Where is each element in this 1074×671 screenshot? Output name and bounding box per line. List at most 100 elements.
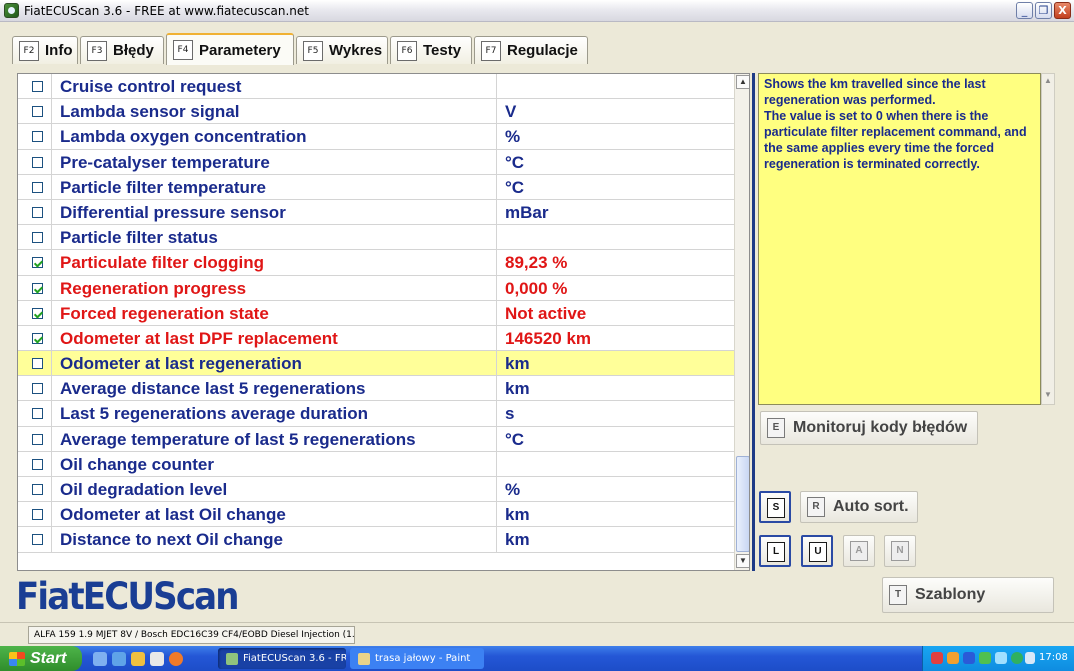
row-checkbox[interactable] xyxy=(32,282,43,294)
clock: 17:08 xyxy=(1039,652,1068,663)
row-checkbox[interactable] xyxy=(32,458,43,470)
table-row[interactable]: Odometer at last Oil change km xyxy=(18,502,734,528)
l-button[interactable]: L xyxy=(759,535,791,567)
tab-wykres[interactable]: F5 Wykres xyxy=(296,36,388,64)
table-row[interactable]: Average temperature of last 5 regenerati… xyxy=(18,426,734,452)
table-row[interactable]: Oil change counter xyxy=(18,451,734,477)
tab-key: F6 xyxy=(397,40,417,61)
tab-info[interactable]: F2 Info xyxy=(12,36,78,64)
table-row[interactable]: Particle filter temperature °C xyxy=(18,174,734,200)
desktop-icon[interactable] xyxy=(93,652,107,666)
scroll-up-icon[interactable]: ▲ xyxy=(1044,76,1052,85)
table-row[interactable]: Oil degradation level% xyxy=(18,477,734,503)
fiatecuscan-logo: FiatECUScan xyxy=(16,575,240,618)
row-checkbox[interactable] xyxy=(32,383,43,395)
parameter-name: Pre-catalyser temperature xyxy=(51,149,496,175)
row-checkbox[interactable] xyxy=(32,81,43,92)
taskbar-item-fiatecuscan[interactable]: FiatECUScan 3.6 - FR... xyxy=(218,648,346,669)
row-checkbox[interactable] xyxy=(32,358,43,370)
scroll-up-icon[interactable]: ▲ xyxy=(736,75,749,89)
parameter-name: Lambda oxygen concentration xyxy=(51,124,496,150)
row-checkbox[interactable] xyxy=(32,307,43,319)
table-row[interactable]: Average distance last 5 regenerations km xyxy=(18,376,734,402)
title-bar[interactable]: FiatECUScan 3.6 - FREE at www.fiatecusca… xyxy=(0,0,1074,22)
parameter-value: % xyxy=(496,124,734,150)
row-checkbox[interactable] xyxy=(32,534,43,546)
parameter-name: Oil change counter xyxy=(51,451,496,477)
parameter-name: Lambda sensor signal xyxy=(51,99,496,125)
tray-icon[interactable] xyxy=(931,652,943,664)
scroll-down-icon[interactable]: ▼ xyxy=(1044,390,1052,399)
table-row[interactable]: Pre-catalyser temperature °C xyxy=(18,149,734,175)
tray-icon[interactable] xyxy=(947,652,959,664)
table-row[interactable]: Forced regeneration state Not active xyxy=(18,300,734,326)
tab-bledy[interactable]: F3 Błędy xyxy=(80,36,164,64)
network-icon[interactable] xyxy=(995,652,1007,664)
volume-icon[interactable] xyxy=(1025,652,1035,664)
table-row[interactable]: Distance to next Oil change km xyxy=(18,527,734,553)
table-row[interactable]: Lambda sensor signal V xyxy=(18,99,734,125)
row-checkbox[interactable] xyxy=(32,509,43,521)
system-tray: 17:08 xyxy=(922,646,1074,671)
tab-parametery[interactable]: F4 Parametery xyxy=(166,33,294,65)
tab-regulacje[interactable]: F7 Regulacje xyxy=(474,36,588,64)
table-row[interactable]: Odometer at last regeneration km xyxy=(18,351,734,377)
table-scrollbar[interactable]: ▲ ▼ xyxy=(734,74,749,570)
quicklaunch-icon[interactable] xyxy=(131,652,145,666)
button-key: A xyxy=(850,541,868,561)
row-checkbox[interactable] xyxy=(32,433,43,445)
table-row[interactable]: Cruise control request xyxy=(18,74,734,100)
parameter-value: % xyxy=(496,477,734,502)
s-button[interactable]: S xyxy=(759,491,791,523)
table-row[interactable]: Differential pressure sensor mBar xyxy=(18,199,734,226)
table-row[interactable]: Lambda oxygen concentration% xyxy=(18,124,734,150)
row-checkbox[interactable] xyxy=(32,181,43,193)
start-button[interactable]: Start xyxy=(0,646,82,671)
row-checkbox[interactable] xyxy=(32,332,43,344)
auto-sort-button[interactable]: R Auto sort. xyxy=(800,491,918,523)
table-row[interactable]: Last 5 regenerations average duration s xyxy=(18,401,734,427)
row-checkbox[interactable] xyxy=(32,131,43,143)
parameter-table[interactable]: Cruise control request Lambda sensor sign… xyxy=(17,73,750,571)
table-row[interactable]: Odometer at last DPF replacement 146520 k… xyxy=(18,325,734,352)
parameter-value: km xyxy=(496,376,734,402)
maximize-button[interactable]: ❐ xyxy=(1035,2,1052,19)
scroll-down-icon[interactable]: ▼ xyxy=(736,554,749,568)
parameter-value: °C xyxy=(496,426,734,452)
table-row[interactable]: Regeneration progress 0,000 % xyxy=(18,275,734,301)
row-checkbox[interactable] xyxy=(32,257,43,269)
row-checkbox[interactable] xyxy=(32,484,43,495)
firefox-icon[interactable] xyxy=(169,652,183,666)
taskbar-item-label: trasa jałowy - Paint xyxy=(375,653,471,664)
tray-icon[interactable] xyxy=(1011,652,1023,664)
tab-label: Testy xyxy=(423,42,462,59)
tray-icon[interactable] xyxy=(979,652,991,664)
tab-testy[interactable]: F6 Testy xyxy=(390,36,472,64)
quicklaunch-icon[interactable] xyxy=(112,652,126,666)
row-checkbox[interactable] xyxy=(32,232,43,244)
bluetooth-icon[interactable] xyxy=(963,652,975,664)
u-button[interactable]: U xyxy=(801,535,833,567)
button-key: E xyxy=(767,418,785,438)
description-scrollbar[interactable]: ▲ ▼ xyxy=(1041,73,1055,405)
parameter-name: Average temperature of last 5 regenerati… xyxy=(51,426,496,452)
close-button[interactable]: X xyxy=(1054,2,1071,19)
row-checkbox[interactable] xyxy=(32,106,43,118)
monitor-error-codes-button[interactable]: E Monitoruj kody błędów xyxy=(760,411,978,445)
table-row[interactable]: Particle filter status xyxy=(18,225,734,251)
tab-label: Regulacje xyxy=(507,42,578,59)
a-button[interactable]: A xyxy=(843,535,875,567)
row-checkbox[interactable] xyxy=(32,206,43,218)
tab-key: F2 xyxy=(19,40,39,61)
panel-divider[interactable] xyxy=(752,73,755,571)
row-checkbox[interactable] xyxy=(32,156,43,168)
table-row[interactable]: Particulate filter clogging 89,23 % xyxy=(18,250,734,276)
minimize-button[interactable]: _ xyxy=(1016,2,1033,19)
parameter-value: °C xyxy=(496,174,734,200)
row-checkbox[interactable] xyxy=(32,408,43,420)
templates-button[interactable]: T Szablony xyxy=(882,577,1054,613)
scroll-thumb[interactable] xyxy=(736,456,749,552)
quicklaunch-icon[interactable] xyxy=(150,652,164,666)
taskbar-item-paint[interactable]: trasa jałowy - Paint xyxy=(350,648,484,669)
n-button[interactable]: N xyxy=(884,535,916,567)
